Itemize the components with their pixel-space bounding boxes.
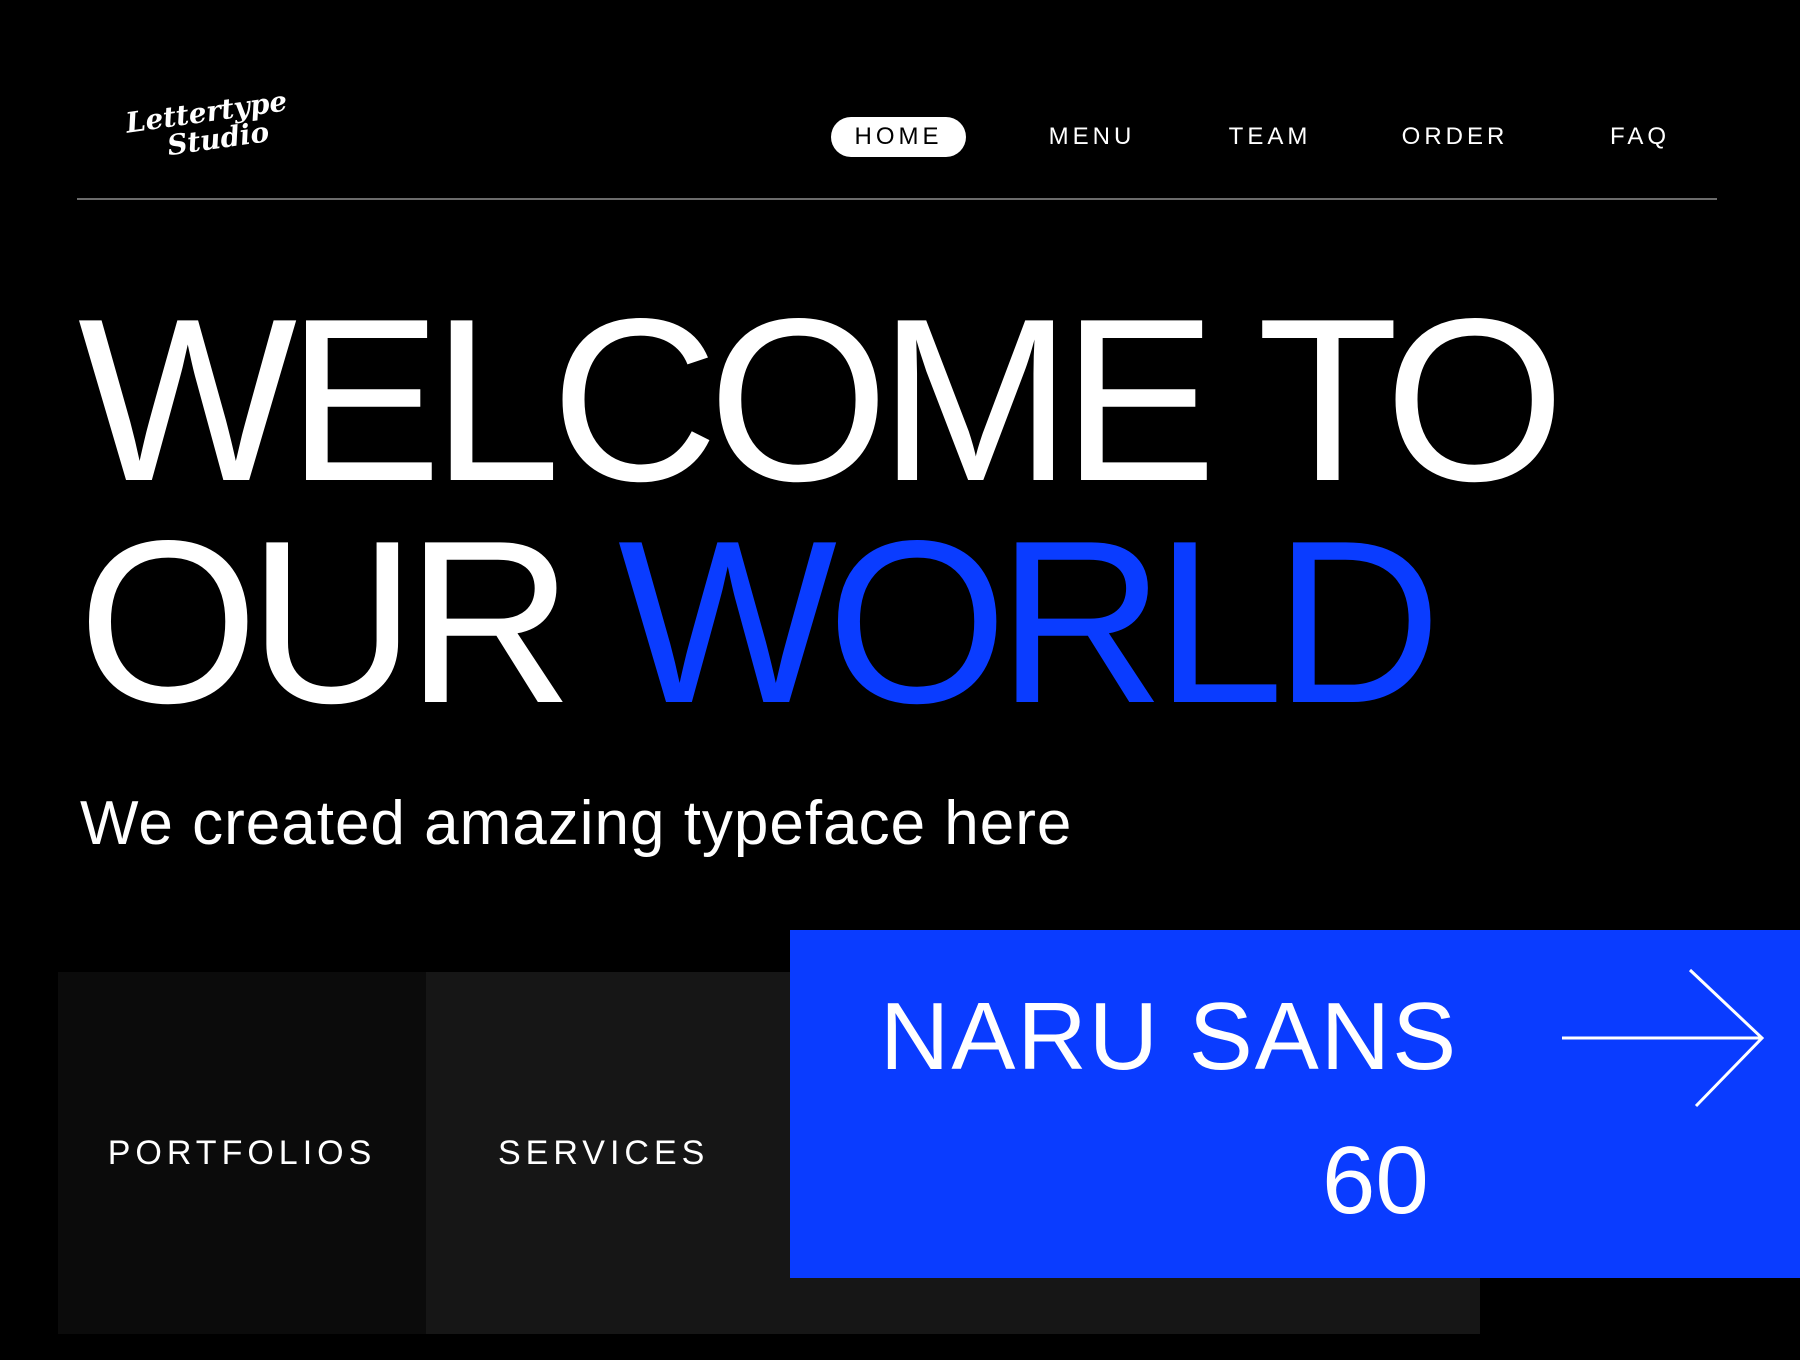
typeface-name: NARU SANS bbox=[880, 983, 1459, 1090]
featured-typeface-card[interactable]: NARU SANS 60 bbox=[790, 930, 1800, 1278]
hero-title: WELCOME TO OUR WORLD bbox=[78, 285, 1565, 739]
nav-item-home[interactable]: HOME bbox=[831, 117, 966, 157]
nav-item-faq[interactable]: FAQ bbox=[1590, 117, 1690, 157]
nav-item-order[interactable]: ORDER bbox=[1390, 117, 1520, 157]
header-divider bbox=[77, 198, 1717, 200]
hero-line-1: WELCOME TO bbox=[78, 271, 1565, 530]
hero-line-2: OUR bbox=[78, 493, 618, 752]
typeface-number: 60 bbox=[1322, 1127, 1429, 1234]
landing-page: Lettertype Studio HOME MENU TEAM ORDER F… bbox=[0, 0, 1800, 1360]
hero-accent-word: WORLD bbox=[618, 493, 1442, 752]
portfolios-label: PORTFOLIOS bbox=[107, 1133, 377, 1172]
nav-item-team[interactable]: TEAM bbox=[1200, 117, 1340, 157]
services-label: SERVICES bbox=[498, 1133, 710, 1172]
arrow-right-icon[interactable] bbox=[1558, 966, 1768, 1110]
main-nav: HOME MENU TEAM ORDER FAQ bbox=[0, 117, 1800, 157]
hero-subtitle: We created amazing typeface here bbox=[80, 789, 1073, 858]
nav-item-menu[interactable]: MENU bbox=[1022, 117, 1162, 157]
portfolios-card[interactable]: PORTFOLIOS bbox=[58, 972, 426, 1334]
